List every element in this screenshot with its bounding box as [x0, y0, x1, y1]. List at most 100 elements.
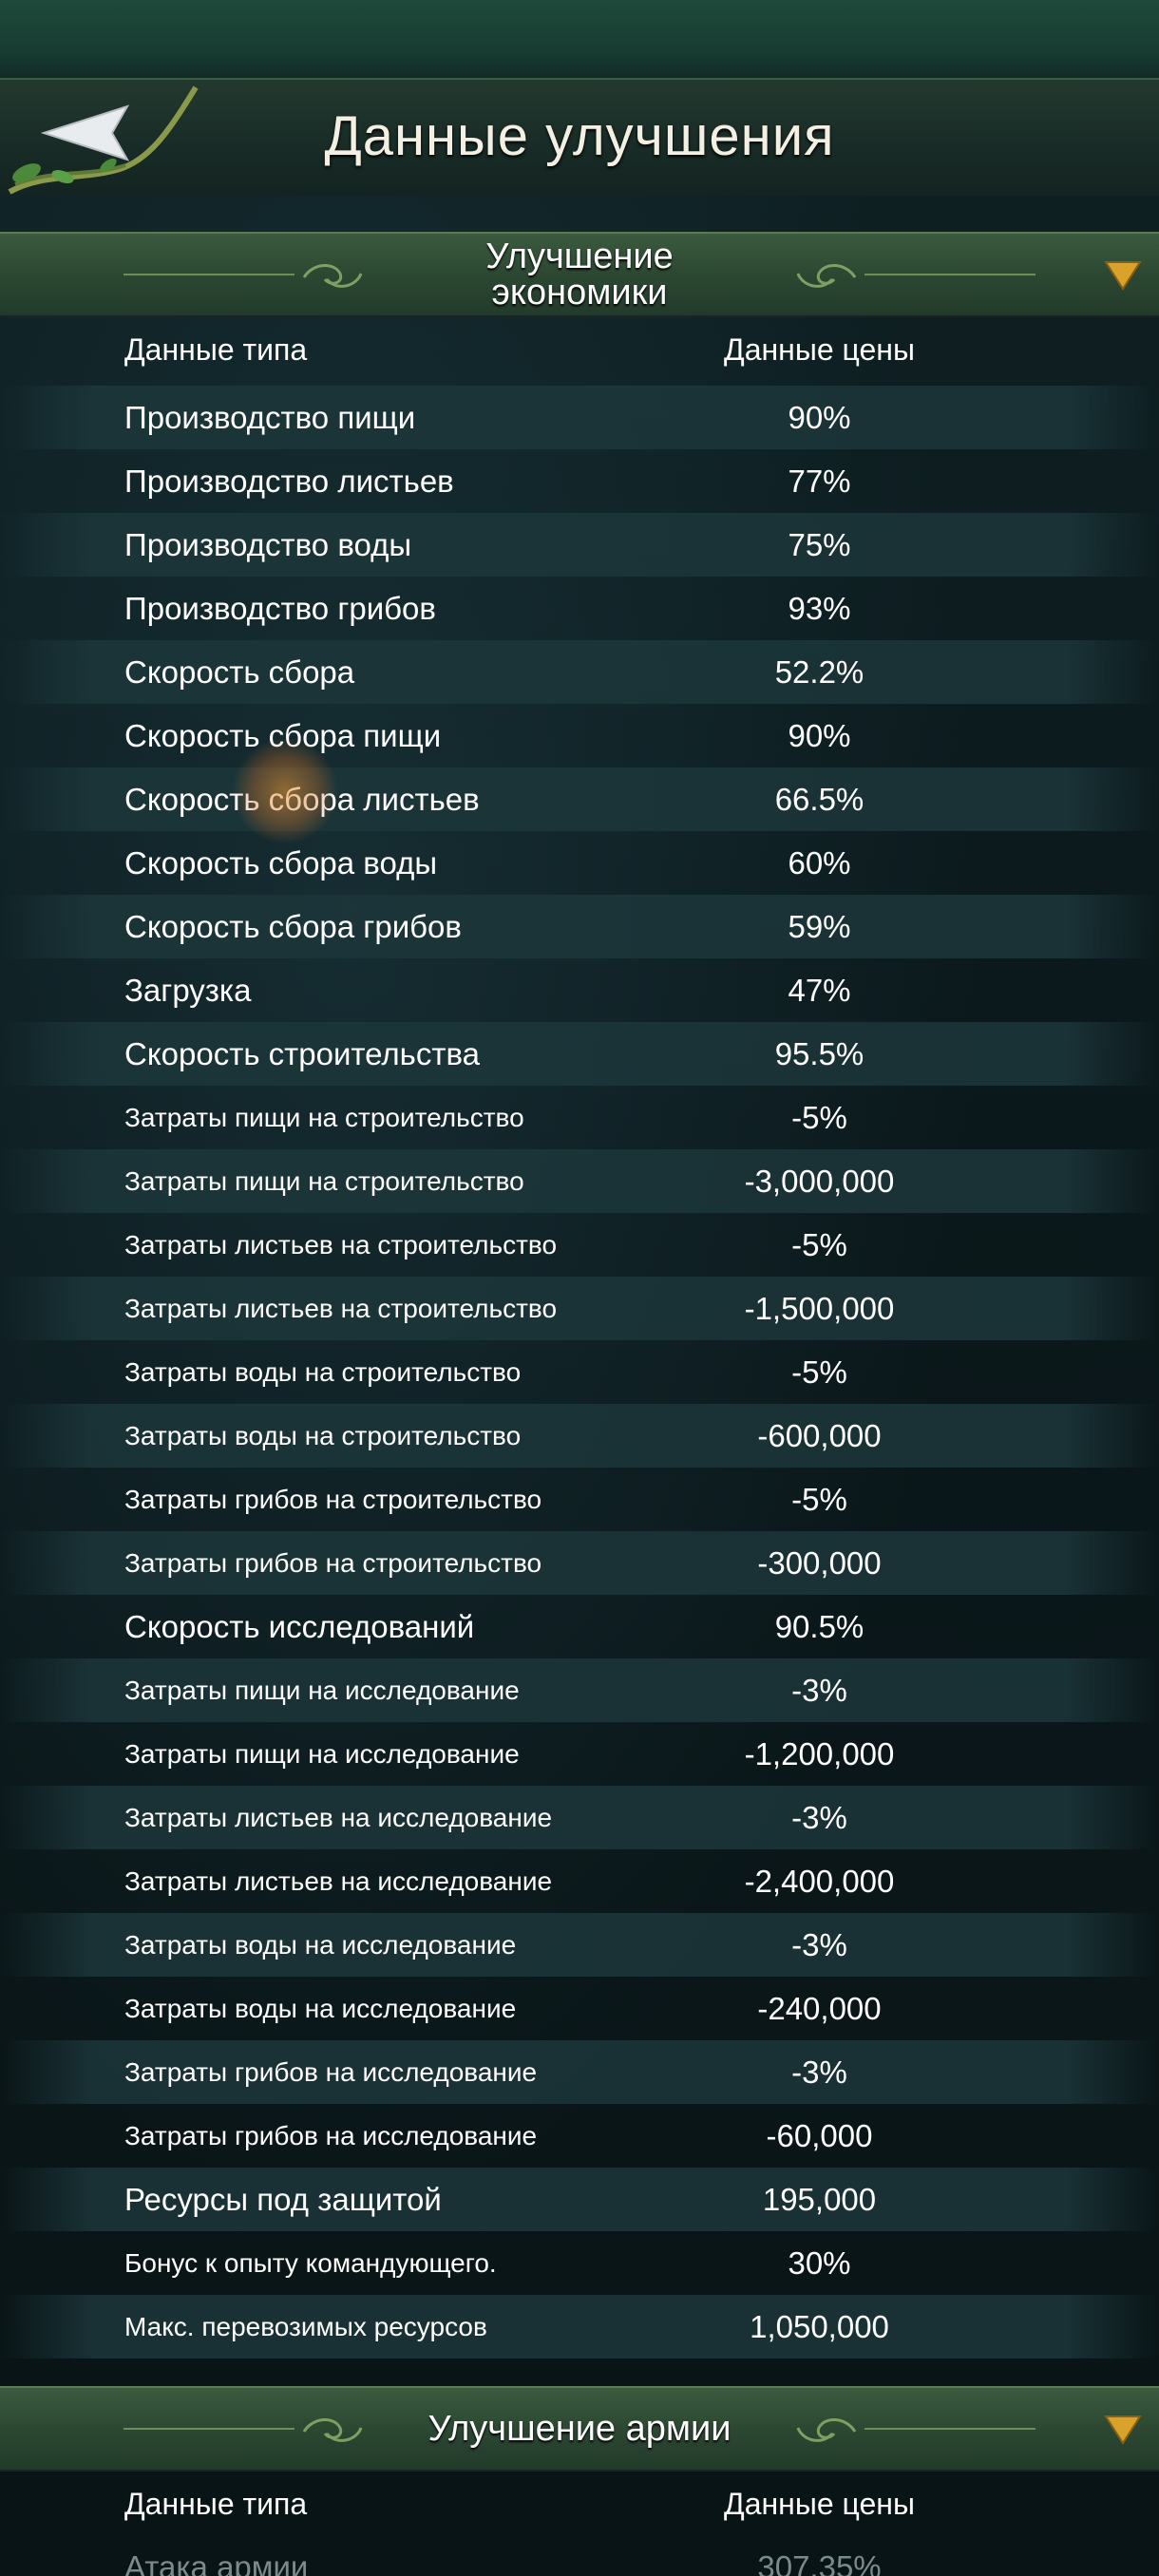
table-row: Затраты пищи на исследование -3% [0, 1658, 1159, 1722]
row-value: 75% [788, 526, 851, 562]
row-value: 95.5% [774, 1035, 864, 1071]
table-row: Затраты листьев на строительство -5% [0, 1213, 1159, 1277]
table-row: Атака армии 307.35% [0, 2538, 1159, 2576]
row-label: Затраты пищи на исследование [124, 1675, 520, 1705]
table-row: Затраты пищи на исследование -1,200,000 [0, 1722, 1159, 1786]
row-label: Атака армии [124, 2549, 309, 2576]
section-header-army[interactable]: Улучшение армии [0, 2386, 1159, 2472]
table-row: Затраты воды на исследование -3% [0, 1913, 1159, 1977]
row-label: Затраты листьев на исследование [124, 1866, 553, 1896]
row-value: 60% [788, 844, 851, 881]
page-title: Данные улучшения [324, 105, 835, 167]
row-value: 30% [788, 2245, 851, 2281]
row-label: Затраты грибов на исследование [124, 2120, 538, 2150]
table-row: Скорость сбора воды 60% [0, 831, 1159, 895]
table-row: Затраты листьев на строительство -1,500,0… [0, 1277, 1159, 1340]
row-value: -3,000,000 [744, 1163, 895, 1199]
row-value: -3% [791, 2054, 847, 2090]
column-value-label: Данные цены [724, 2487, 915, 2521]
row-value: -5% [791, 1354, 847, 1390]
row-value: -2,400,000 [744, 1863, 895, 1899]
row-value: -3% [791, 1672, 847, 1708]
table-row: Скорость строительства 95.5% [0, 1022, 1159, 1086]
table-row: Скорость сбора 52.2% [0, 640, 1159, 704]
row-label: Скорость сбора грибов [124, 908, 462, 944]
table-row: Затраты воды на строительство -600,000 [0, 1404, 1159, 1468]
table-row: Затраты пищи на строительство -3,000,000 [0, 1149, 1159, 1213]
table-row: Производство листьев 77% [0, 449, 1159, 513]
row-value: -3% [791, 1926, 847, 1962]
table-row: Производство грибов 93% [0, 577, 1159, 640]
row-label: Затраты воды на исследование [124, 1993, 517, 2023]
chevron-down-icon [1104, 261, 1142, 291]
row-label: Затраты грибов на строительство [124, 1547, 542, 1578]
economy-table: Производство пищи 90% Производство листье… [0, 386, 1159, 2358]
row-label: Затраты грибов на исследование [124, 2056, 538, 2087]
row-value: -60,000 [766, 2117, 873, 2153]
column-type-label: Данные типа [124, 332, 308, 367]
row-value: -1,500,000 [744, 1290, 895, 1326]
row-label: Затраты воды на исследование [124, 1929, 517, 1960]
row-label: Скорость строительства [124, 1035, 481, 1071]
row-label: Затраты пищи на строительство [124, 1165, 524, 1196]
row-value: 90.5% [774, 1608, 864, 1644]
table-row: Скорость сбора листьев 66.5% [0, 767, 1159, 831]
row-value: 1,050,000 [750, 2308, 889, 2344]
row-value: 52.2% [774, 653, 864, 690]
table-row: Скорость исследований 90.5% [0, 1595, 1159, 1658]
row-value: 195,000 [762, 2181, 877, 2217]
row-value: -1,200,000 [744, 1735, 895, 1771]
table-row: Затраты грибов на исследование -3% [0, 2040, 1159, 2104]
row-value: -600,000 [757, 1417, 882, 1453]
row-label: Затраты грибов на строительство [124, 1484, 542, 1514]
row-label: Производство пищи [124, 399, 416, 435]
row-value: -5% [791, 1099, 847, 1135]
row-label: Производство грибов [124, 590, 436, 626]
section-header-economy[interactable]: Улучшение экономики [0, 232, 1159, 317]
table-row: Макс. перевозимых ресурсов 1,050,000 [0, 2295, 1159, 2358]
table-row: Скорость сбора пищи 90% [0, 704, 1159, 767]
row-value: 90% [788, 399, 851, 435]
row-value: 307.35% [757, 2549, 882, 2576]
row-label: Затраты воды на строительство [124, 1420, 522, 1450]
row-value: 93% [788, 590, 851, 626]
table-row: Бонус к опыту командующего. 30% [0, 2231, 1159, 2295]
table-row: Затраты воды на исследование -240,000 [0, 1977, 1159, 2040]
table-row: Затраты листьев на исследование -2,400,00… [0, 1849, 1159, 1913]
row-label: Производство воды [124, 526, 412, 562]
section-title-army: Улучшение армии [428, 2409, 732, 2449]
row-value: -240,000 [757, 1990, 882, 2026]
row-label: Бонус к опыту командующего. [124, 2247, 497, 2278]
table-row: Затраты листьев на исследование -3% [0, 1786, 1159, 1849]
row-label: Затраты пищи на исследование [124, 1738, 520, 1769]
table-row: Ресурсы под защитой 195,000 [0, 2168, 1159, 2231]
row-value: 59% [788, 908, 851, 944]
row-label: Затраты листьев на строительство [124, 1293, 558, 1323]
row-label: Скорость исследований [124, 1608, 475, 1644]
row-value: 77% [788, 463, 851, 499]
row-value: -5% [791, 1226, 847, 1262]
table-row: Производство пищи 90% [0, 386, 1159, 449]
row-value: -5% [791, 1481, 847, 1517]
row-label: Затраты воды на строительство [124, 1356, 522, 1387]
row-value: -3% [791, 1799, 847, 1835]
row-label: Скорость сбора пищи [124, 717, 442, 753]
column-type-label: Данные типа [124, 2487, 308, 2521]
row-label: Скорость сбора листьев [124, 781, 480, 817]
row-label: Ресурсы под защитой [124, 2181, 442, 2217]
row-value: 90% [788, 717, 851, 753]
table-row: Затраты грибов на строительство -300,000 [0, 1531, 1159, 1595]
economy-column-header: Данные типа Данные цены [0, 317, 1159, 382]
row-label: Производство листьев [124, 463, 454, 499]
row-label: Макс. перевозимых ресурсов [124, 2311, 487, 2341]
row-value: -300,000 [757, 1544, 882, 1581]
army-column-header: Данные типа Данные цены [0, 2472, 1159, 2536]
row-value: 47% [788, 972, 851, 1008]
row-label: Затраты пищи на строительство [124, 1102, 524, 1132]
table-row: Затраты воды на строительство -5% [0, 1340, 1159, 1404]
table-row: Загрузка 47% [0, 958, 1159, 1022]
table-row: Скорость сбора грибов 59% [0, 895, 1159, 958]
table-row: Затраты грибов на строительство -5% [0, 1468, 1159, 1531]
table-row: Производство воды 75% [0, 513, 1159, 577]
row-label: Затраты листьев на строительство [124, 1229, 558, 1260]
